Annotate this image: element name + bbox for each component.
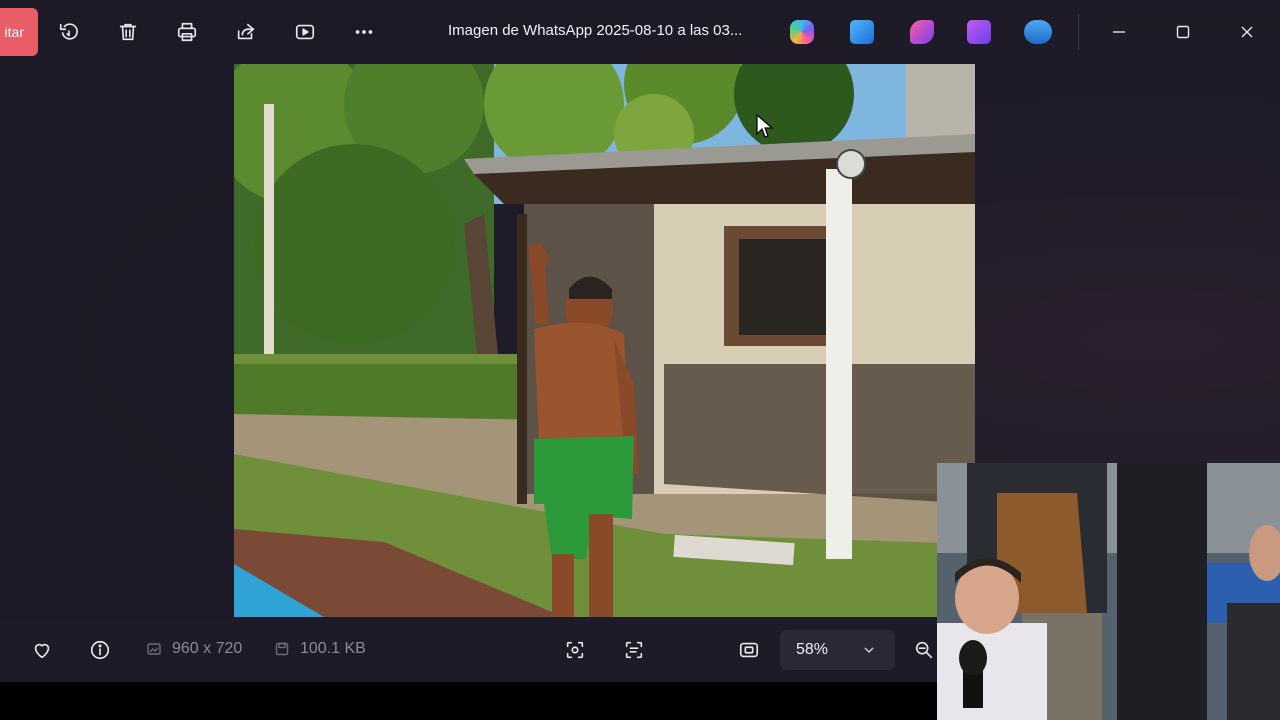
edit-button-label: itar (4, 24, 24, 40)
chevron-down-icon (864, 647, 874, 654)
mouse-cursor-icon (756, 114, 774, 138)
copilot-icon[interactable] (790, 20, 814, 44)
toolbar-divider (1078, 14, 1079, 50)
minimize-icon[interactable] (1103, 16, 1135, 48)
rotate-icon[interactable] (53, 16, 85, 48)
favorite-icon[interactable] (28, 636, 56, 664)
save-icon (275, 642, 289, 656)
displayed-photo[interactable] (234, 64, 975, 617)
zoom-dropdown[interactable]: 58% (780, 630, 895, 670)
clipchamp-icon[interactable] (910, 20, 934, 44)
file-size-text: 100.1 KB (300, 640, 366, 657)
dimensions-icon (147, 643, 161, 655)
visual-search-icon[interactable] (561, 636, 589, 664)
file-size: 100.1 KB (274, 640, 366, 658)
text-extract-icon[interactable] (620, 636, 648, 664)
info-icon[interactable] (86, 636, 114, 664)
dimensions-text: 960 x 720 (172, 640, 243, 657)
file-title: Imagen de WhatsApp 2025-08-10 a las 03..… (448, 22, 743, 39)
print-icon[interactable] (171, 16, 203, 48)
share-icon[interactable] (230, 16, 262, 48)
zoom-level: 58% (796, 641, 829, 658)
photo-editor-icon[interactable] (850, 20, 874, 44)
delete-icon[interactable] (112, 16, 144, 48)
image-dimensions: 960 x 720 (146, 640, 242, 658)
close-icon[interactable] (1231, 16, 1263, 48)
onedrive-icon[interactable] (1024, 20, 1052, 44)
zoom-out-icon[interactable] (910, 636, 938, 664)
fit-to-window-icon[interactable] (735, 636, 763, 664)
edit-button[interactable]: itar (0, 8, 38, 56)
webcam-overlay (937, 463, 1280, 720)
slideshow-icon[interactable] (289, 16, 321, 48)
more-icon[interactable] (348, 16, 380, 48)
maximize-icon[interactable] (1167, 16, 1199, 48)
designer-icon[interactable] (967, 20, 991, 44)
title-bar: itar Imagen de WhatsApp 2025-08-10 a las… (0, 0, 1280, 64)
